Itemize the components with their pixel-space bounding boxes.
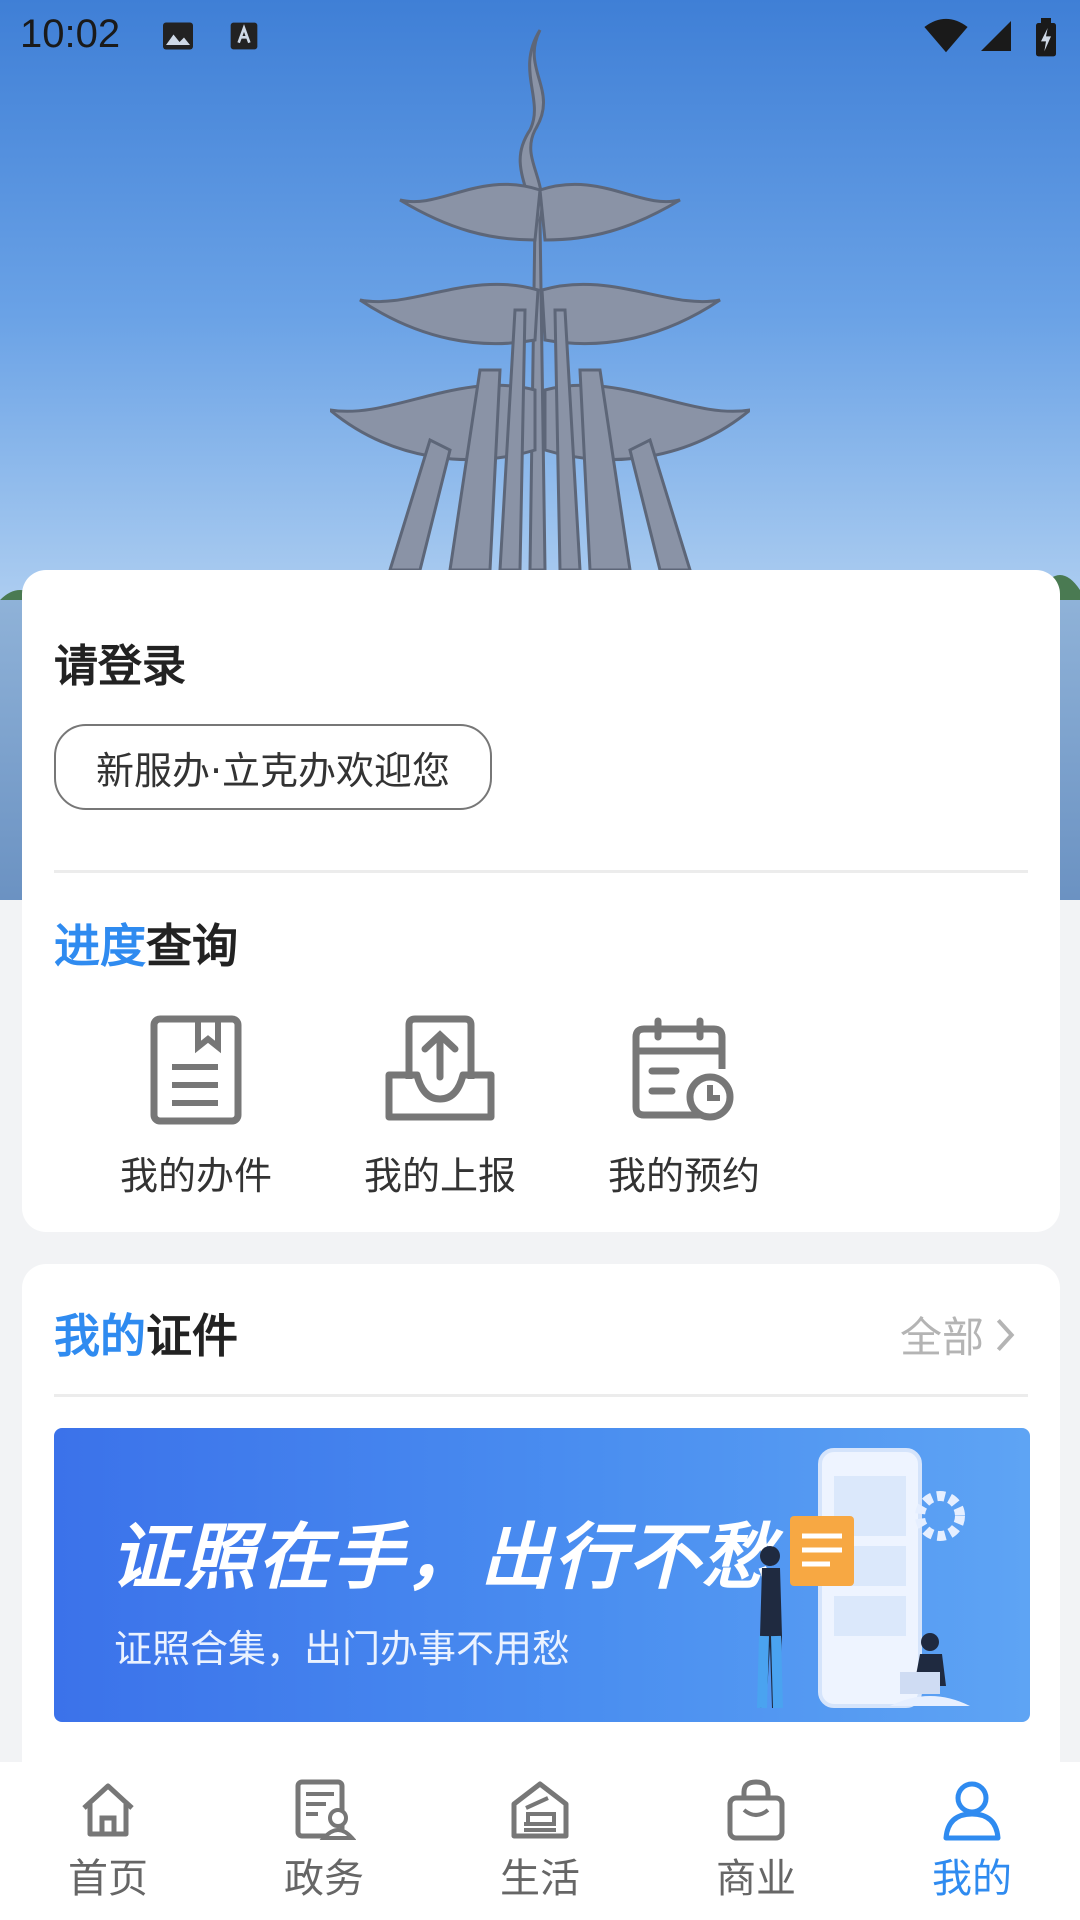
nav-business-label: 商业 bbox=[716, 1856, 796, 1902]
cell-signal-icon bbox=[981, 21, 1011, 51]
user-icon bbox=[943, 1781, 1001, 1841]
calendar-clock-icon bbox=[632, 1017, 734, 1121]
certificates-promo-banner[interactable]: 证照在手，出行不愁 证照合集，出门办事不用愁 bbox=[54, 1428, 1030, 1722]
certificates-title-rest: 证件 bbox=[146, 1309, 238, 1363]
home-icon bbox=[82, 1783, 134, 1837]
battery-icon bbox=[1036, 18, 1056, 57]
sculpture-image bbox=[330, 29, 750, 570]
nav-government-label: 政务 bbox=[284, 1856, 364, 1902]
nav-life-tab[interactable]: 生活 bbox=[465, 1762, 615, 1904]
nav-business-tab[interactable]: 商业 bbox=[681, 1762, 831, 1904]
login-card: 请登录 新服办·立克办欢迎您 bbox=[22, 570, 1060, 870]
nav-government-tab[interactable]: 政务 bbox=[249, 1762, 399, 1904]
image-notification-icon bbox=[163, 22, 193, 50]
my-cases-button[interactable]: 我的办件 bbox=[96, 1015, 296, 1200]
view-all-label: 全部 bbox=[899, 1313, 984, 1362]
nav-life-label: 生活 bbox=[500, 1856, 580, 1902]
divider bbox=[54, 870, 1028, 873]
login-prompt[interactable]: 请登录 bbox=[54, 630, 186, 694]
certificates-section-title: 我的证件 bbox=[54, 1300, 238, 1366]
nav-mine-tab[interactable]: 我的 bbox=[897, 1762, 1047, 1904]
my-appointments-button[interactable]: 我的预约 bbox=[584, 1015, 784, 1200]
my-cases-label: 我的办件 bbox=[119, 1154, 272, 1198]
progress-title-rest: 查询 bbox=[146, 919, 238, 973]
bottom-navigation: 首页 政务 生活 商业 我的 bbox=[0, 1762, 1080, 1920]
my-certificates-card: 我的证件 全部 证照在手，出行不愁 证照合集，出门办事不用愁 bbox=[22, 1264, 1060, 1764]
view-all-certificates-link[interactable]: 全部 bbox=[900, 1304, 1020, 1365]
my-reports-button[interactable]: 我的上报 bbox=[340, 1015, 540, 1200]
life-icon bbox=[511, 1781, 569, 1839]
banner-subtitle: 证照合集，出门办事不用愁 bbox=[114, 1627, 571, 1671]
nav-home-label: 首页 bbox=[68, 1856, 148, 1902]
phone-illustration-icon bbox=[757, 1448, 970, 1709]
text-notification-icon bbox=[230, 22, 258, 50]
nav-home-tab[interactable]: 首页 bbox=[33, 1762, 183, 1904]
wifi-icon bbox=[924, 18, 968, 53]
banner-title: 证照在手，出行不愁 bbox=[110, 1515, 777, 1599]
chevron-right-icon bbox=[996, 1318, 1015, 1351]
progress-query-card: 进度查询 我的办件 我的上报 我的预约 bbox=[22, 870, 1060, 1232]
status-time: 10:02 bbox=[20, 12, 121, 56]
progress-section-title: 进度查询 bbox=[54, 910, 238, 976]
certificates-title-accent: 我的 bbox=[54, 1309, 146, 1363]
upload-tray-icon bbox=[385, 1015, 495, 1121]
divider bbox=[54, 1394, 1028, 1397]
welcome-badge: 新服办·立克办欢迎您 bbox=[54, 724, 492, 810]
government-doc-icon bbox=[295, 1779, 356, 1840]
my-reports-label: 我的上报 bbox=[363, 1154, 516, 1198]
status-bar: 10:02 bbox=[0, 0, 1080, 72]
shopping-bag-icon bbox=[727, 1779, 785, 1841]
document-icon bbox=[150, 1015, 242, 1125]
nav-mine-label: 我的 bbox=[932, 1856, 1012, 1902]
my-appointments-label: 我的预约 bbox=[607, 1154, 760, 1198]
progress-title-accent: 进度 bbox=[54, 919, 146, 973]
